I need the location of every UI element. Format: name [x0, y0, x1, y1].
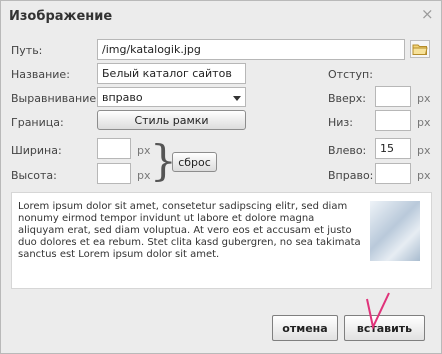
close-icon[interactable]: × [421, 5, 434, 23]
name-input[interactable] [97, 63, 246, 84]
align-select[interactable]: вправо [97, 87, 246, 107]
border-style-button[interactable]: Стиль рамки [97, 110, 246, 130]
chevron-down-icon [233, 96, 241, 101]
path-input[interactable] [97, 39, 405, 60]
top-input[interactable] [375, 86, 411, 107]
right-unit: px [417, 169, 431, 182]
right-input[interactable] [375, 163, 411, 184]
top-label: Вверх: [328, 92, 366, 105]
left-input[interactable] [375, 138, 411, 159]
width-unit: px [137, 144, 151, 157]
dialog-title: Изображение [9, 9, 113, 24]
bottom-unit: px [417, 116, 431, 129]
path-label: Путь: [11, 44, 43, 57]
bottom-input[interactable] [375, 110, 411, 131]
bottom-label: Низ: [328, 116, 353, 129]
height-unit: px [137, 169, 151, 182]
preview-text: Lorem ipsum dolor sit amet, consetetur s… [18, 201, 361, 260]
folder-icon[interactable] [410, 40, 430, 58]
reset-button[interactable]: сброс [172, 152, 217, 172]
folder-glyph [412, 44, 428, 55]
name-label: Название: [11, 68, 70, 81]
height-label: Высота: [11, 169, 57, 182]
preview-panel: Lorem ipsum dolor sit amet, consetetur s… [11, 192, 432, 289]
width-label: Ширина: [11, 144, 62, 157]
image-thumbnail [370, 201, 420, 261]
height-input[interactable] [97, 163, 131, 184]
title-bar: Изображение × [1, 1, 441, 31]
top-unit: px [417, 92, 431, 105]
left-label: Влево: [328, 144, 367, 157]
align-label: Выравнивание: [11, 92, 100, 105]
right-label: Вправо: [328, 169, 374, 182]
left-unit: px [417, 144, 431, 157]
border-label: Граница: [11, 116, 64, 129]
cancel-button[interactable]: отмена [272, 315, 338, 341]
image-dialog: Изображение × Путь: Название: Отступ: Вы… [0, 0, 442, 354]
indent-label: Отступ: [328, 68, 373, 81]
align-select-value: вправо [102, 91, 143, 104]
pointer-annotation [366, 292, 390, 331]
width-input[interactable] [97, 138, 131, 159]
